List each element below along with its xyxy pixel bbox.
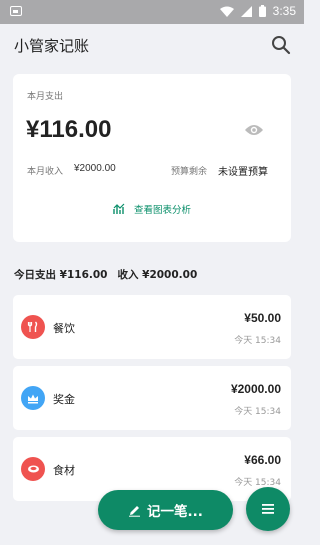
status-icons: 3:35 <box>219 4 296 18</box>
month-expense-label: 本月支出 <box>27 92 64 102</box>
record-time: 今天 15:34 <box>234 336 281 346</box>
food-icon <box>21 457 45 481</box>
app-bar: 小管家记账 <box>0 24 304 68</box>
status-time: 3:35 <box>272 4 296 18</box>
category-name: 奖金 <box>53 393 75 406</box>
month-income-value: ¥2000.00 <box>74 163 116 174</box>
record-amount: ¥66.00 <box>244 453 281 467</box>
category-name: 餐饮 <box>53 322 75 335</box>
add-record-button[interactable]: 记一笔... <box>98 490 233 530</box>
fork-knife-icon <box>21 315 45 339</box>
chart-analysis-link[interactable]: 查看图表分析 <box>13 202 291 216</box>
budget-remaining-label: 预算剩余 <box>171 167 208 177</box>
status-bar: 3:35 <box>0 0 304 24</box>
chart-link-label: 查看图表分析 <box>133 205 191 216</box>
menu-icon <box>262 504 274 514</box>
summary-card: 本月支出 ¥116.00 本月收入 ¥2000.00 预算剩余 未设置预算 查看… <box>13 74 291 242</box>
budget-remaining-value[interactable]: 未设置预算 <box>218 163 268 178</box>
signal-icon <box>240 5 252 17</box>
record-time: 今天 15:34 <box>234 407 281 417</box>
today-income: 收入 ¥2000.00 <box>117 269 198 281</box>
app-title: 小管家记账 <box>14 37 90 55</box>
category-name: 食材 <box>53 464 75 477</box>
today-summary: 今日支出 ¥116.00 收入 ¥2000.00 <box>14 267 197 282</box>
pencil-icon <box>129 505 141 517</box>
list-item[interactable]: 奖金 ¥2000.00 今天 15:34 <box>13 366 291 430</box>
today-expense: 今日支出 ¥116.00 <box>14 269 108 281</box>
add-record-label: 记一笔... <box>147 504 203 520</box>
eye-icon[interactable] <box>244 123 264 137</box>
record-amount: ¥2000.00 <box>230 382 281 396</box>
month-income-label: 本月收入 <box>27 167 64 177</box>
month-expense-value: ¥116.00 <box>26 116 112 143</box>
record-time: 今天 15:34 <box>234 478 281 488</box>
battery-icon <box>258 5 266 17</box>
notification-image-icon <box>10 6 22 16</box>
wifi-icon <box>219 6 234 17</box>
list-item[interactable]: 餐饮 ¥50.00 今天 15:34 <box>13 295 291 359</box>
crown-icon <box>21 386 45 410</box>
search-icon[interactable] <box>270 34 292 56</box>
chart-icon <box>113 203 125 214</box>
menu-button[interactable] <box>246 487 290 531</box>
record-amount: ¥50.00 <box>244 311 281 325</box>
